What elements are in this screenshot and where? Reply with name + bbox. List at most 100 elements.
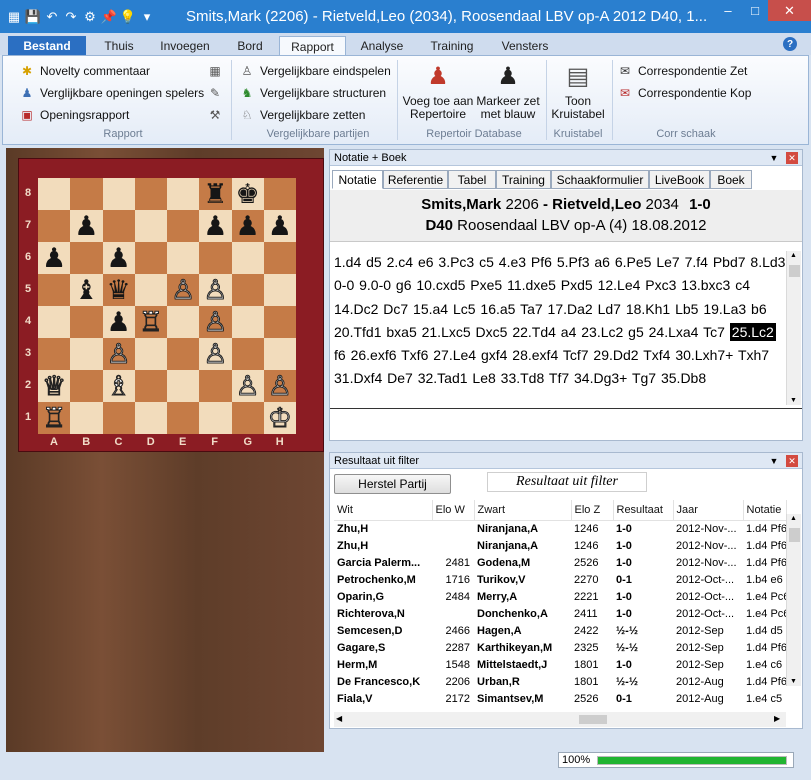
tab-rapport[interactable]: Rapport	[279, 36, 346, 56]
pane-dropdown-icon[interactable]: ▼	[768, 455, 780, 467]
vergelijkbare-eindspelen-button[interactable]: ♙ Vergelijkbare eindspelen	[239, 62, 391, 80]
square-f5[interactable]: ♙	[199, 274, 232, 306]
square-e2[interactable]	[167, 370, 200, 402]
square-b5[interactable]: ♝	[70, 274, 103, 306]
square-f3[interactable]: ♙	[199, 338, 232, 370]
notation-scrollbar[interactable]: ▲ ▼	[786, 251, 801, 405]
square-e7[interactable]	[167, 210, 200, 242]
white-piece[interactable]: ♙	[267, 372, 292, 400]
moves-after[interactable]: f6 26.exf6 Txf6 27.Le4 gxf4 28.exf4 Tcf7…	[334, 347, 769, 386]
table-row[interactable]: Zhu,H Niranjana,A 1246 1-0 2012-Nov-... 1.d4 …	[334, 520, 786, 537]
square-g2[interactable]: ♙	[231, 370, 264, 402]
close-button[interactable]: ✕	[768, 0, 811, 21]
square-a7[interactable]	[38, 210, 71, 242]
black-piece[interactable]: ♟	[268, 212, 292, 240]
scroll-up-icon[interactable]: ▲	[790, 515, 797, 522]
table-row[interactable]: Richterova,N Donchenko,A 2411 1-0 2012-Oct-.…	[334, 605, 786, 622]
pane-close-icon[interactable]: ✕	[786, 152, 798, 164]
square-h3[interactable]	[263, 338, 296, 370]
column-header[interactable]: Elo W	[432, 500, 475, 521]
square-a8[interactable]	[38, 178, 71, 210]
column-header[interactable]: Zwart	[474, 500, 572, 521]
correspondentie-zet-button[interactable]: ✉ Correspondentie Zet	[617, 62, 747, 80]
column-header[interactable]: Resultaat	[613, 500, 674, 521]
white-piece[interactable]: ♗	[106, 372, 131, 400]
square-c7[interactable]	[102, 210, 135, 242]
table-row[interactable]: Semcesen,D 2466 Hagen,A 2422 ½-½ 2012-Sep 1.d4…	[334, 622, 786, 639]
pane-close-icon[interactable]: ✕	[786, 455, 798, 467]
redo-icon[interactable]: ↷	[63, 9, 79, 25]
white-piece[interactable]: ♙	[106, 340, 131, 368]
notation-scroll-thumb[interactable]	[789, 265, 800, 277]
square-d7[interactable]	[134, 210, 167, 242]
square-a5[interactable]	[38, 274, 71, 306]
square-b1[interactable]	[70, 402, 103, 434]
table-row[interactable]: Oparin,G 2484 Merry,A 2221 1-0 2012-Oct-... 1.…	[334, 588, 786, 605]
square-e5[interactable]: ♙	[167, 274, 200, 306]
table-row[interactable]: Petrochenko,M 1716 Turikov,V 2270 0-1 2012-Oc…	[334, 571, 786, 588]
black-piece[interactable]: ♟	[42, 244, 66, 272]
tab-bestand[interactable]: Bestand	[8, 36, 86, 55]
openingsrapport-button[interactable]: ▣ Openingsrapport	[19, 106, 129, 124]
square-d3[interactable]	[134, 338, 167, 370]
square-e4[interactable]	[167, 306, 200, 338]
tab-bord[interactable]: Bord	[222, 36, 278, 55]
table-row[interactable]: Herm,M 1548 Mittelstaedt,J 1801 1-0 2012-Sep 1…	[334, 656, 786, 673]
square-g4[interactable]	[231, 306, 264, 338]
square-c2[interactable]: ♗	[102, 370, 135, 402]
square-d4[interactable]: ♖	[134, 306, 167, 338]
square-f7[interactable]: ♟	[199, 210, 232, 242]
square-c1[interactable]	[102, 402, 135, 434]
current-move[interactable]: 25.Lc2	[729, 322, 776, 341]
square-e3[interactable]	[167, 338, 200, 370]
square-f6[interactable]	[199, 242, 232, 274]
save-icon[interactable]: 💾	[25, 9, 41, 25]
white-piece[interactable]: ♙	[203, 308, 228, 336]
square-b2[interactable]	[70, 370, 103, 402]
white-piece[interactable]: ♙	[235, 372, 260, 400]
square-b3[interactable]	[70, 338, 103, 370]
square-h5[interactable]	[263, 274, 296, 306]
pane-dropdown-icon[interactable]: ▼	[768, 152, 780, 164]
column-header[interactable]: Jaar	[673, 500, 744, 521]
scroll-down-icon[interactable]: ▼	[790, 397, 797, 404]
square-c4[interactable]: ♟	[102, 306, 135, 338]
bulb-icon[interactable]: 💡	[120, 9, 136, 25]
square-h6[interactable]	[263, 242, 296, 274]
scroll-right-icon[interactable]: ▶	[774, 714, 780, 723]
square-f2[interactable]	[199, 370, 232, 402]
chessboard[interactable]: ♜ ♚ ♟ ♟ ♟ ♟ ♟ ♟ ♝ ♛ ♙ ♙ ♟ ♖ ♙ ♙ ♙ ♕ ♗ ♙ ♙ ♖ ♔	[38, 178, 296, 434]
square-g3[interactable]	[231, 338, 264, 370]
move-list[interactable]: 1.d4 d5 2.c4 e6 3.Pc3 c5 4.e3 Pf6 5.Pf3 …	[334, 251, 786, 391]
tab-thuis[interactable]: Thuis	[90, 36, 148, 55]
tab-schaakformulier[interactable]: Schaakformulier	[551, 170, 649, 189]
white-piece[interactable]: ♙	[203, 340, 228, 368]
scroll-down-icon[interactable]: ▼	[790, 678, 797, 685]
square-b6[interactable]	[70, 242, 103, 274]
square-e8[interactable]	[167, 178, 200, 210]
herstel-partij-button[interactable]: Herstel Partij	[334, 474, 451, 494]
novelty-commentaar-button[interactable]: ✱ Novelty commentaar	[19, 62, 150, 80]
help-icon[interactable]: ?	[783, 37, 797, 51]
square-a1[interactable]: ♖	[38, 402, 71, 434]
white-piece[interactable]: ♙	[203, 276, 228, 304]
table-row[interactable]: De Francesco,K 2206 Urban,R 1801 ½-½ 2012-Aug…	[334, 673, 786, 690]
vergelijkbare-zetten-button[interactable]: ♘ Vergelijkbare zetten	[239, 106, 366, 124]
filter-scrollbar[interactable]: ▲ ▼	[786, 514, 801, 686]
tab-referentie[interactable]: Referentie	[383, 170, 448, 189]
tab-training-notatie[interactable]: Training	[496, 170, 551, 189]
tab-notatie[interactable]: Notatie	[332, 170, 383, 189]
white-piece[interactable]: ♙	[171, 276, 196, 304]
white-piece[interactable]: ♔	[267, 404, 292, 432]
square-b7[interactable]: ♟	[70, 210, 103, 242]
app-logo-icon[interactable]: ▦	[6, 9, 22, 25]
square-h8[interactable]	[263, 178, 296, 210]
tab-invoegen[interactable]: Invoegen	[148, 36, 222, 55]
vergelijkbare-openingen-button[interactable]: ♟ Verglijkbare openingen spelers	[19, 84, 205, 102]
table-row[interactable]: Fiala,V 2172 Simantsev,M 2526 0-1 2012-Aug 1.e…	[334, 690, 786, 707]
minimize-button[interactable]: –	[714, 0, 742, 21]
black-piece[interactable]: ♜	[203, 180, 227, 208]
vergelijkbare-structuren-button[interactable]: ♞ Vergelijkbare structuren	[239, 84, 386, 102]
square-f1[interactable]	[199, 402, 232, 434]
square-d2[interactable]	[134, 370, 167, 402]
